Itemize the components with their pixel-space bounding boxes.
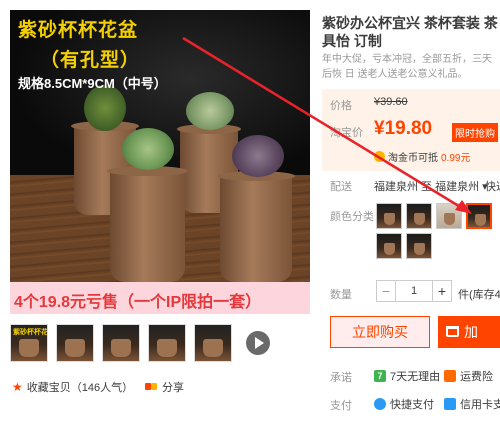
coin-text: 淘金币可抵 bbox=[388, 153, 438, 164]
product-title: 紫砂办公杯宜兴 茶杯套装 茶具怡 订制 bbox=[322, 15, 498, 49]
image-subtitle: （有孔型） bbox=[40, 50, 141, 71]
buy-now-button[interactable]: 立即购买 bbox=[330, 316, 430, 348]
color-swatch[interactable] bbox=[436, 203, 462, 229]
favorite-label: 收藏宝贝（146人气） bbox=[26, 382, 134, 394]
succulent-plant bbox=[122, 128, 174, 170]
color-swatch-selected[interactable] bbox=[466, 203, 492, 229]
share-label: 分享 bbox=[162, 382, 184, 394]
color-swatch[interactable] bbox=[376, 203, 402, 229]
shipping-insurance-label: 运费险 bbox=[460, 371, 493, 383]
quantity-input[interactable]: 1 bbox=[396, 280, 432, 302]
shipping-route-select[interactable]: 福建泉州 至 福建泉州 ▾ bbox=[374, 178, 488, 194]
pot-front-left bbox=[107, 166, 188, 282]
thumbnail[interactable] bbox=[148, 324, 186, 362]
quick-pay[interactable]: 快捷支付 bbox=[374, 396, 434, 412]
seven-day-return[interactable]: 7 7天无理由 bbox=[374, 368, 440, 384]
guarantee-row: 承诺 7 7天无理由 运费险 bbox=[330, 368, 500, 384]
promo-banner: 4个19.8元亏售（一个IP限拍一套） bbox=[10, 282, 310, 314]
image-title: 紫砂杯杯花盆 bbox=[18, 20, 139, 41]
thumbnail-label: 紫砂杯杯花盆 bbox=[13, 329, 48, 336]
shipping-row: 配送 福建泉州 至 福建泉州 ▾ 快递 bbox=[330, 178, 500, 194]
price-panel: 价格 ¥39.60 淘宝价 ¥19.80 限时抢购 淘金币可抵 0.99元 bbox=[322, 89, 500, 171]
thumbnail[interactable] bbox=[56, 324, 94, 362]
succulent-plant bbox=[232, 135, 284, 177]
sale-price: ¥19.80 bbox=[374, 118, 433, 139]
shipping-courier: 快递 bbox=[485, 181, 500, 193]
pot-front-right bbox=[217, 171, 295, 282]
shipping-insurance[interactable]: 运费险 bbox=[444, 368, 493, 384]
seven-day-icon: 7 bbox=[374, 370, 386, 382]
quick-pay-label: 快捷支付 bbox=[390, 399, 434, 411]
seven-day-label: 7天无理由 bbox=[390, 371, 441, 383]
thumbnail[interactable] bbox=[102, 324, 140, 362]
payment-label: 支付 bbox=[330, 400, 352, 412]
play-video-icon[interactable] bbox=[246, 331, 270, 355]
succulent-plant bbox=[186, 92, 234, 130]
credit-card-icon bbox=[444, 398, 456, 410]
star-icon: ★ bbox=[12, 380, 23, 394]
price-label: 价格 bbox=[330, 100, 352, 112]
coin-amount: 0.99元 bbox=[441, 153, 471, 164]
thumbnail-strip: 紫砂杯杯花盆 bbox=[10, 324, 270, 364]
stock-count: 件(库存47 bbox=[458, 289, 500, 301]
credit-card-pay[interactable]: 信用卡支 bbox=[444, 396, 500, 412]
share-icon bbox=[145, 382, 157, 392]
payment-row: 支付 快捷支付 信用卡支 bbox=[330, 396, 500, 412]
promo-price-label: 淘宝价 bbox=[330, 127, 363, 139]
product-promo-text: 年中大促，亏本冲冠，全部五折，三天后恢 日 送老人送老公意义礼品。 bbox=[322, 54, 492, 80]
add-to-cart-button[interactable]: 加 bbox=[438, 316, 500, 348]
thumbnail[interactable] bbox=[194, 324, 232, 362]
quantity-stepper: − 1 + bbox=[376, 280, 452, 302]
color-swatch[interactable] bbox=[376, 233, 402, 259]
favorite-button[interactable]: ★ 收藏宝贝（146人气） bbox=[12, 379, 133, 395]
add-to-cart-label: 加 bbox=[464, 324, 478, 340]
quantity-decrease-button[interactable]: − bbox=[376, 280, 396, 302]
guarantee-label: 承诺 bbox=[330, 372, 352, 384]
color-label: 颜色分类 bbox=[330, 211, 374, 223]
coin-discount[interactable]: 淘金币可抵 0.99元 bbox=[374, 149, 470, 164]
thumbnail[interactable]: 紫砂杯杯花盆 bbox=[10, 324, 48, 362]
cart-icon bbox=[446, 326, 459, 337]
quick-pay-icon bbox=[374, 398, 386, 410]
coin-icon bbox=[374, 151, 385, 162]
quantity-label: 数量 bbox=[330, 289, 352, 301]
share-button[interactable]: 分享 bbox=[145, 379, 184, 395]
shipping-label: 配送 bbox=[330, 181, 352, 193]
quantity-increase-button[interactable]: + bbox=[432, 280, 452, 302]
original-price: ¥39.60 bbox=[374, 96, 408, 108]
credit-card-label: 信用卡支 bbox=[460, 399, 500, 411]
main-product-image[interactable]: 紫砂杯杯花盆 （有孔型） 规格8.5CM*9CM（中号） 4个19.8元亏售（一… bbox=[10, 10, 310, 314]
limit-tag-badge: 限时抢购 bbox=[452, 123, 498, 142]
promo-banner-text: 4个19.8元亏售（一个IP限拍一套） bbox=[14, 294, 262, 311]
shipping-insurance-icon bbox=[444, 370, 456, 382]
color-swatch[interactable] bbox=[406, 233, 432, 259]
color-swatch[interactable] bbox=[406, 203, 432, 229]
image-spec: 规格8.5CM*9CM（中号） bbox=[18, 76, 167, 91]
color-swatches bbox=[376, 203, 500, 259]
